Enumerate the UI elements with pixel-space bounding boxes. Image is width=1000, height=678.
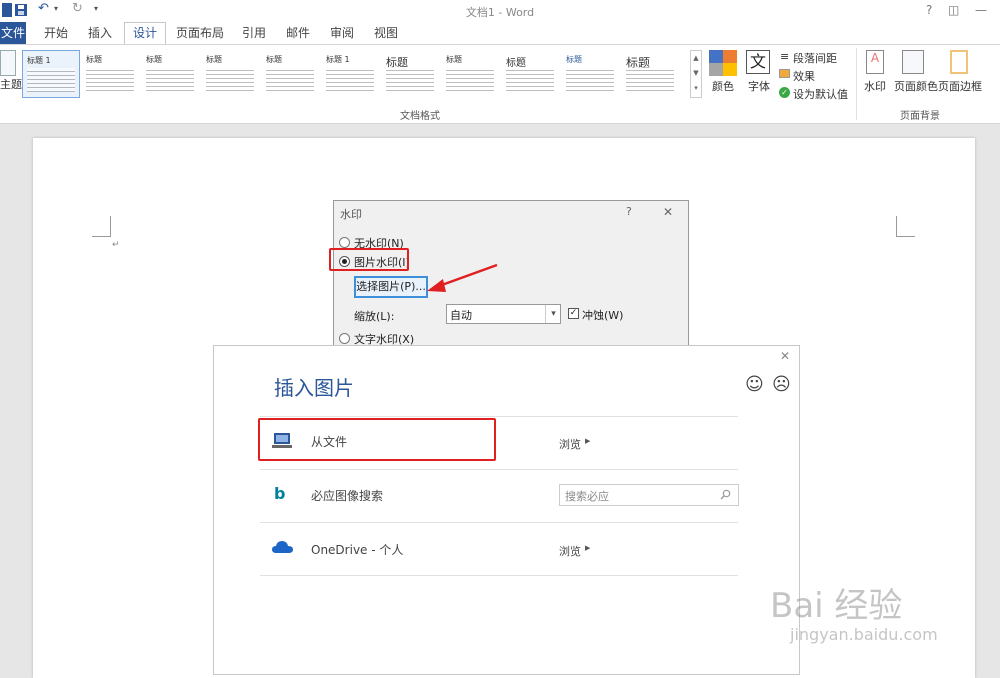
style-set-title: 标题 1 — [27, 56, 51, 65]
undo-dropdown-icon[interactable]: ▾ — [54, 4, 58, 13]
style-set-item[interactable]: 标题 — [502, 50, 560, 98]
annotation-arrow — [427, 263, 498, 292]
browse-link[interactable]: 浏览 — [559, 543, 581, 559]
group-label-page-background: 页面背景 — [900, 111, 940, 122]
tab-design[interactable]: 设计 — [124, 22, 166, 44]
highlight-box — [329, 248, 409, 271]
page-border-button[interactable]: 页面边框 — [938, 78, 982, 94]
row-separator — [260, 522, 738, 523]
style-set-item[interactable]: 标题 — [262, 50, 320, 98]
tab-review[interactable]: 审阅 — [326, 22, 358, 44]
style-set-item[interactable]: 标题 — [382, 50, 440, 98]
style-set-title: 标题 — [266, 55, 282, 64]
page-color-icon[interactable] — [902, 50, 924, 74]
watermark-icon[interactable]: A — [866, 50, 884, 74]
page-border-icon[interactable] — [950, 50, 968, 74]
insert-picture-title: 插入图片 — [274, 376, 354, 400]
chevron-down-icon[interactable]: ▾ — [545, 305, 561, 323]
tab-view[interactable]: 视图 — [370, 22, 402, 44]
effects-button[interactable]: 效果 — [793, 68, 815, 84]
fonts-icon[interactable]: 文 — [746, 50, 770, 74]
style-set-item[interactable]: 标题 — [622, 50, 680, 98]
style-set-item[interactable]: 标题 — [202, 50, 260, 98]
group-divider — [856, 48, 857, 120]
style-set-item[interactable]: 标题 1 — [322, 50, 380, 98]
smile-icon[interactable]: ☺ — [745, 374, 764, 395]
check-icon: ✓ — [779, 87, 790, 98]
bing-search-placeholder: 搜索必应 — [565, 490, 609, 503]
tab-file[interactable]: 文件 — [0, 22, 26, 44]
style-set-title: 标题 1 — [326, 55, 350, 64]
no-watermark-radio[interactable] — [339, 237, 350, 248]
bing-search-label: 必应图像搜索 — [311, 489, 384, 503]
group-label-doc-format: 文档格式 — [400, 111, 440, 122]
style-set-item[interactable]: 标题 — [562, 50, 620, 98]
ribbon-display-button[interactable]: ◫ — [948, 3, 959, 17]
style-set-item[interactable]: 标题 1 — [22, 50, 80, 98]
chevron-right-icon: ▶ — [585, 544, 591, 552]
word-icon — [2, 3, 12, 17]
style-set-item[interactable]: 标题 — [82, 50, 140, 98]
text-watermark-radio[interactable] — [339, 333, 350, 344]
effects-icon — [779, 69, 790, 78]
washout-checkbox[interactable]: ✓ — [568, 308, 579, 319]
margin-corner-mark — [896, 216, 915, 237]
window-title: 文档1 - Word — [465, 6, 535, 19]
watermark-button[interactable]: 水印 — [864, 78, 886, 94]
redo-button[interactable]: ↻ — [72, 1, 83, 16]
style-set-title: 标题 — [446, 55, 462, 64]
watermark-close-button[interactable]: ✕ — [663, 205, 673, 219]
baidu-watermark: Bai 经验 — [770, 586, 903, 626]
style-set-title: 标题 — [566, 55, 582, 64]
colors-button[interactable]: 颜色 — [712, 78, 734, 94]
select-picture-button[interactable]: 选择图片(P)... — [354, 276, 428, 298]
paragraph-spacing-icon: ≡ — [780, 50, 790, 63]
style-set-title: 标题 — [146, 55, 162, 64]
search-icon[interactable] — [720, 489, 731, 500]
row-separator — [260, 575, 738, 576]
baidu-watermark-url: jingyan.baidu.com — [790, 625, 938, 644]
tab-home[interactable]: 开始 — [40, 22, 72, 44]
bing-icon: b — [274, 484, 286, 503]
tab-page-layout[interactable]: 页面布局 — [174, 22, 226, 44]
watermark-help-button[interactable]: ? — [626, 205, 632, 218]
themes-button[interactable]: 主题 — [0, 76, 22, 92]
tab-references[interactable]: 引用 — [238, 22, 270, 44]
tab-mailings[interactable]: 邮件 — [282, 22, 314, 44]
frown-icon[interactable]: ☹ — [772, 374, 791, 395]
paragraph-spacing-button[interactable]: 段落间距 — [793, 50, 837, 66]
fonts-button[interactable]: 字体 — [748, 78, 770, 94]
style-set-item[interactable]: 标题 — [142, 50, 200, 98]
save-icon[interactable] — [14, 3, 28, 17]
page-color-button[interactable]: 页面颜色 — [894, 78, 938, 94]
paragraph-mark: ↵ — [112, 240, 120, 250]
set-as-default-button[interactable]: 设为默认值 — [793, 86, 848, 102]
minimize-button[interactable]: — — [975, 3, 987, 17]
insert-picture-close-button[interactable]: ✕ — [780, 349, 790, 363]
scale-label: 缩放(L): — [354, 310, 395, 323]
onedrive-icon — [272, 541, 293, 553]
chevron-right-icon: ▶ — [585, 437, 591, 445]
colors-icon[interactable] — [709, 50, 737, 76]
scale-value: 自动 — [450, 309, 472, 322]
onedrive-label: OneDrive - 个人 — [311, 543, 404, 557]
washout-label: 冲蚀(W) — [582, 309, 624, 322]
row-separator — [260, 416, 738, 417]
undo-button[interactable]: ↶ — [38, 1, 49, 16]
themes-icon[interactable] — [0, 50, 16, 76]
browse-link[interactable]: 浏览 — [559, 436, 581, 452]
margin-corner-mark — [92, 216, 111, 237]
style-set-title: 标题 — [86, 55, 102, 64]
highlight-box — [258, 418, 496, 461]
style-set-item[interactable]: 标题 — [442, 50, 500, 98]
customize-qat-icon[interactable]: ▾ — [94, 4, 98, 13]
tab-insert[interactable]: 插入 — [84, 22, 116, 44]
row-separator — [260, 469, 738, 470]
watermark-dialog-title: 水印 — [340, 208, 362, 221]
gallery-scroll[interactable]: ▲ ▼ ▾ — [690, 50, 702, 98]
style-set-title: 标题 — [206, 55, 222, 64]
help-button[interactable]: ? — [926, 3, 932, 17]
